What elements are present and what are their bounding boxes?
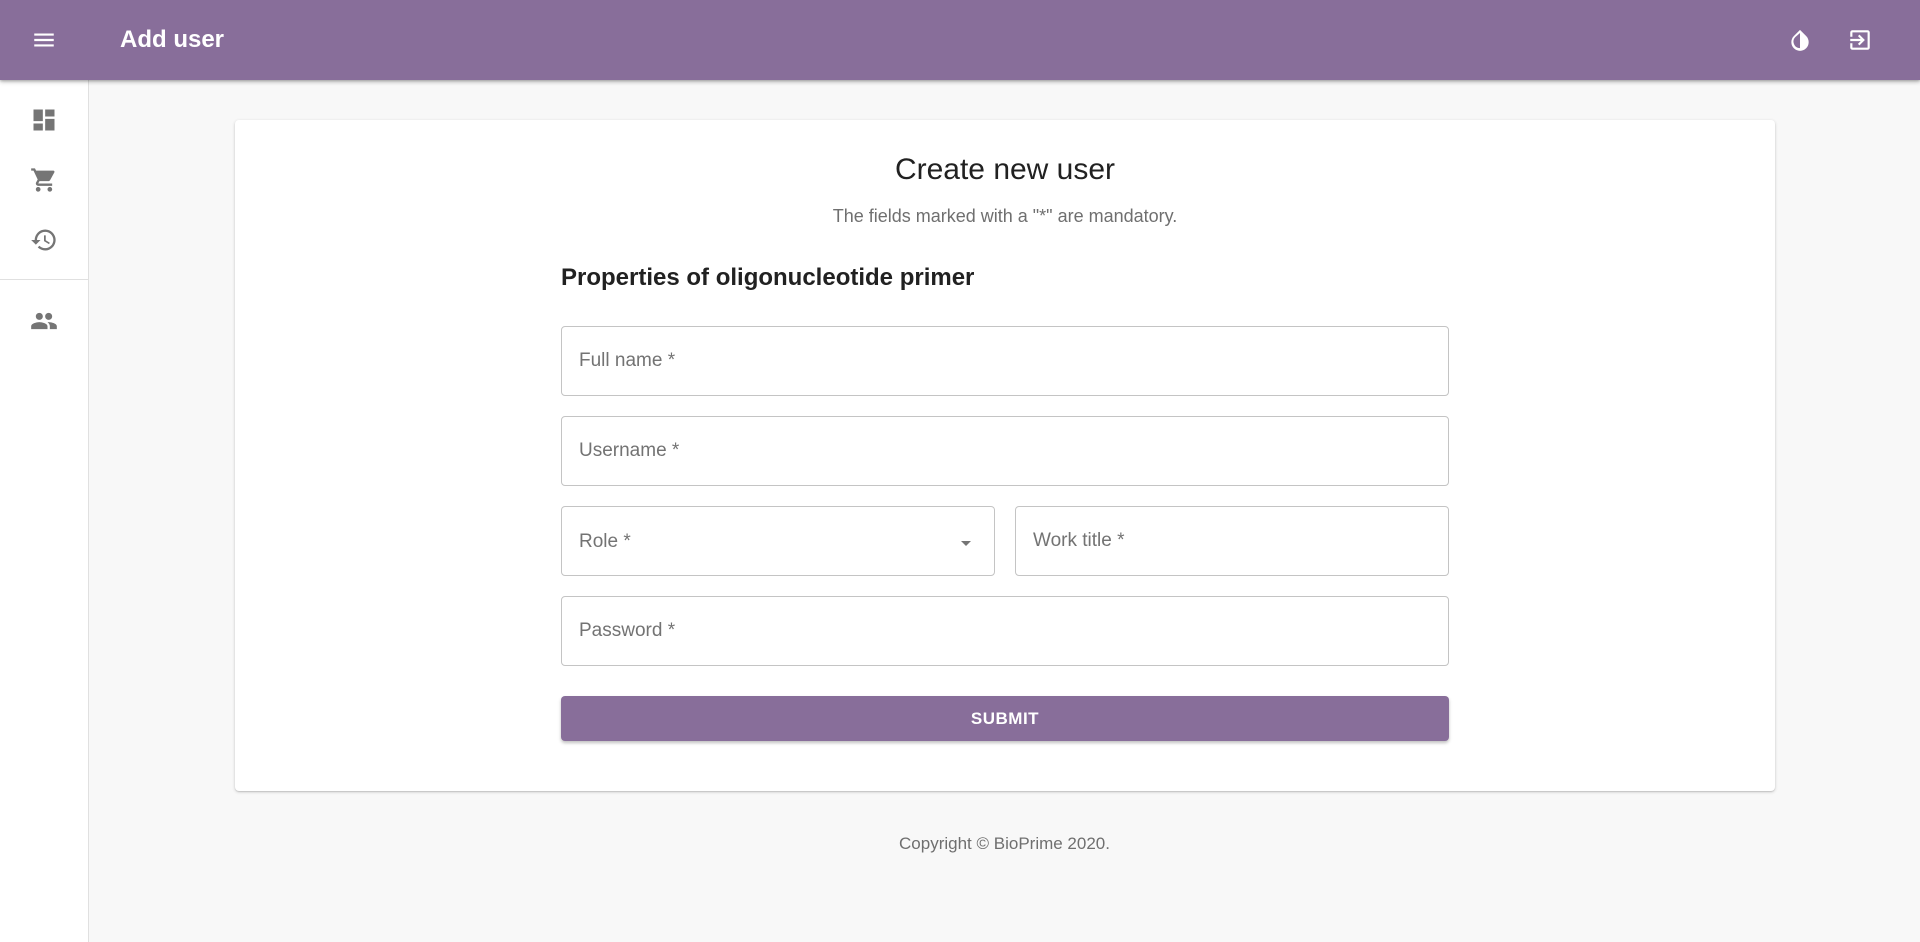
cart-icon [31, 168, 55, 192]
dropdown-arrow-icon [954, 531, 978, 555]
exit-icon [1850, 30, 1870, 50]
password-field[interactable] [561, 596, 1449, 666]
section-heading: Properties of oligonucleotide primer [561, 264, 975, 291]
sidebar-item-users[interactable] [0, 293, 88, 349]
full-name-input[interactable] [562, 327, 1448, 395]
role-select[interactable]: Role * [561, 506, 995, 576]
app-bar: Add user [0, 0, 1920, 80]
page-title: Add user [120, 26, 225, 53]
sidebar-divider [0, 279, 88, 280]
form-subtitle: The fields marked with a "*" are mandato… [832, 206, 1178, 226]
history-icon [31, 229, 56, 251]
username-field[interactable] [561, 416, 1449, 486]
password-input[interactable] [562, 597, 1448, 665]
contrast-icon [1791, 29, 1809, 51]
logout-button[interactable] [1842, 22, 1878, 58]
role-select-label: Role * [579, 531, 631, 552]
create-user-card: Create new user The fields marked with a… [235, 120, 1775, 791]
sidebar-item-cart[interactable] [0, 152, 88, 208]
sidebar-item-history[interactable] [0, 212, 88, 268]
sidebar [0, 80, 89, 942]
users-icon [31, 312, 57, 330]
menu-button[interactable] [26, 22, 62, 58]
dashboard-icon [33, 109, 55, 131]
menu-icon [34, 33, 54, 47]
submit-button[interactable]: SUBMIT [561, 696, 1449, 741]
footer-copyright: Copyright © BioPrime 2020. [899, 834, 1110, 853]
username-input[interactable] [562, 417, 1448, 485]
theme-toggle-button[interactable] [1782, 22, 1818, 58]
work-title-input[interactable] [1016, 507, 1448, 575]
full-name-field[interactable] [561, 326, 1449, 396]
form-title: Create new user [894, 153, 1116, 186]
sidebar-item-dashboard[interactable] [0, 92, 88, 148]
work-title-field[interactable] [1015, 506, 1449, 576]
